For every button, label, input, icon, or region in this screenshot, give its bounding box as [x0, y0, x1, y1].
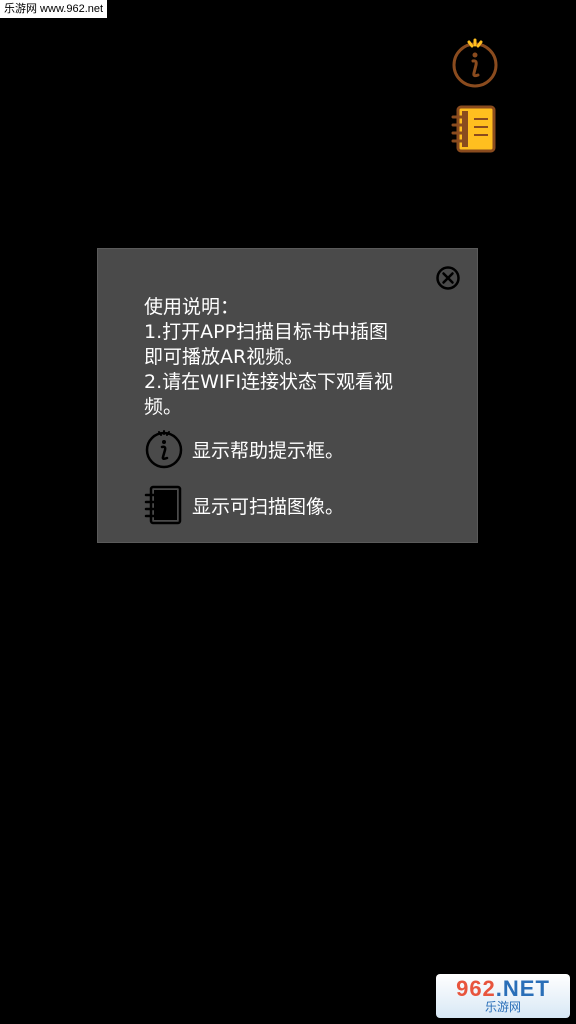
screen: 乐游网 www.962.net 使用说明： 1.打开APP扫描目标书中插图 即可… — [0, 0, 576, 1024]
instruction-line: 2.请在WIFI连接状态下观看视 — [144, 371, 394, 393]
instruction-line: 1.打开APP扫描目标书中插图 — [144, 321, 389, 343]
instruction-line: 使用说明： — [144, 296, 240, 318]
watermark-sub: 乐游网 — [484, 1000, 521, 1014]
watermark-logo-net: .NET — [495, 976, 550, 1001]
legend-help-label: 显示帮助提示框。 — [192, 439, 345, 462]
help-dialog: 使用说明： 1.打开APP扫描目标书中插图 即可播放AR视频。 2.请在WIFI… — [97, 248, 478, 543]
legend-scan-label: 显示可扫描图像。 — [192, 495, 345, 518]
instructions-text: 使用说明： 1.打开APP扫描目标书中插图 即可播放AR视频。 2.请在WIFI… — [144, 295, 444, 420]
watermark-top: 乐游网 www.962.net — [0, 0, 108, 18]
instruction-line: 即可播放AR视频。 — [144, 346, 304, 368]
close-icon — [436, 266, 460, 290]
notebook-icon — [451, 105, 496, 153]
scan-images-button[interactable] — [448, 102, 502, 156]
notebook-icon — [144, 485, 182, 525]
legend-scan: 显示可扫描图像。 — [144, 485, 344, 525]
legend-help: 显示帮助提示框。 — [144, 429, 344, 469]
watermark-logo-num: 962 — [456, 976, 496, 1001]
instruction-line: 频。 — [144, 396, 183, 418]
help-button[interactable] — [448, 36, 502, 90]
watermark-logo: 962.NET 乐游网 — [436, 974, 570, 1018]
close-button[interactable] — [435, 265, 461, 291]
info-icon — [452, 38, 498, 88]
info-icon — [145, 430, 183, 469]
